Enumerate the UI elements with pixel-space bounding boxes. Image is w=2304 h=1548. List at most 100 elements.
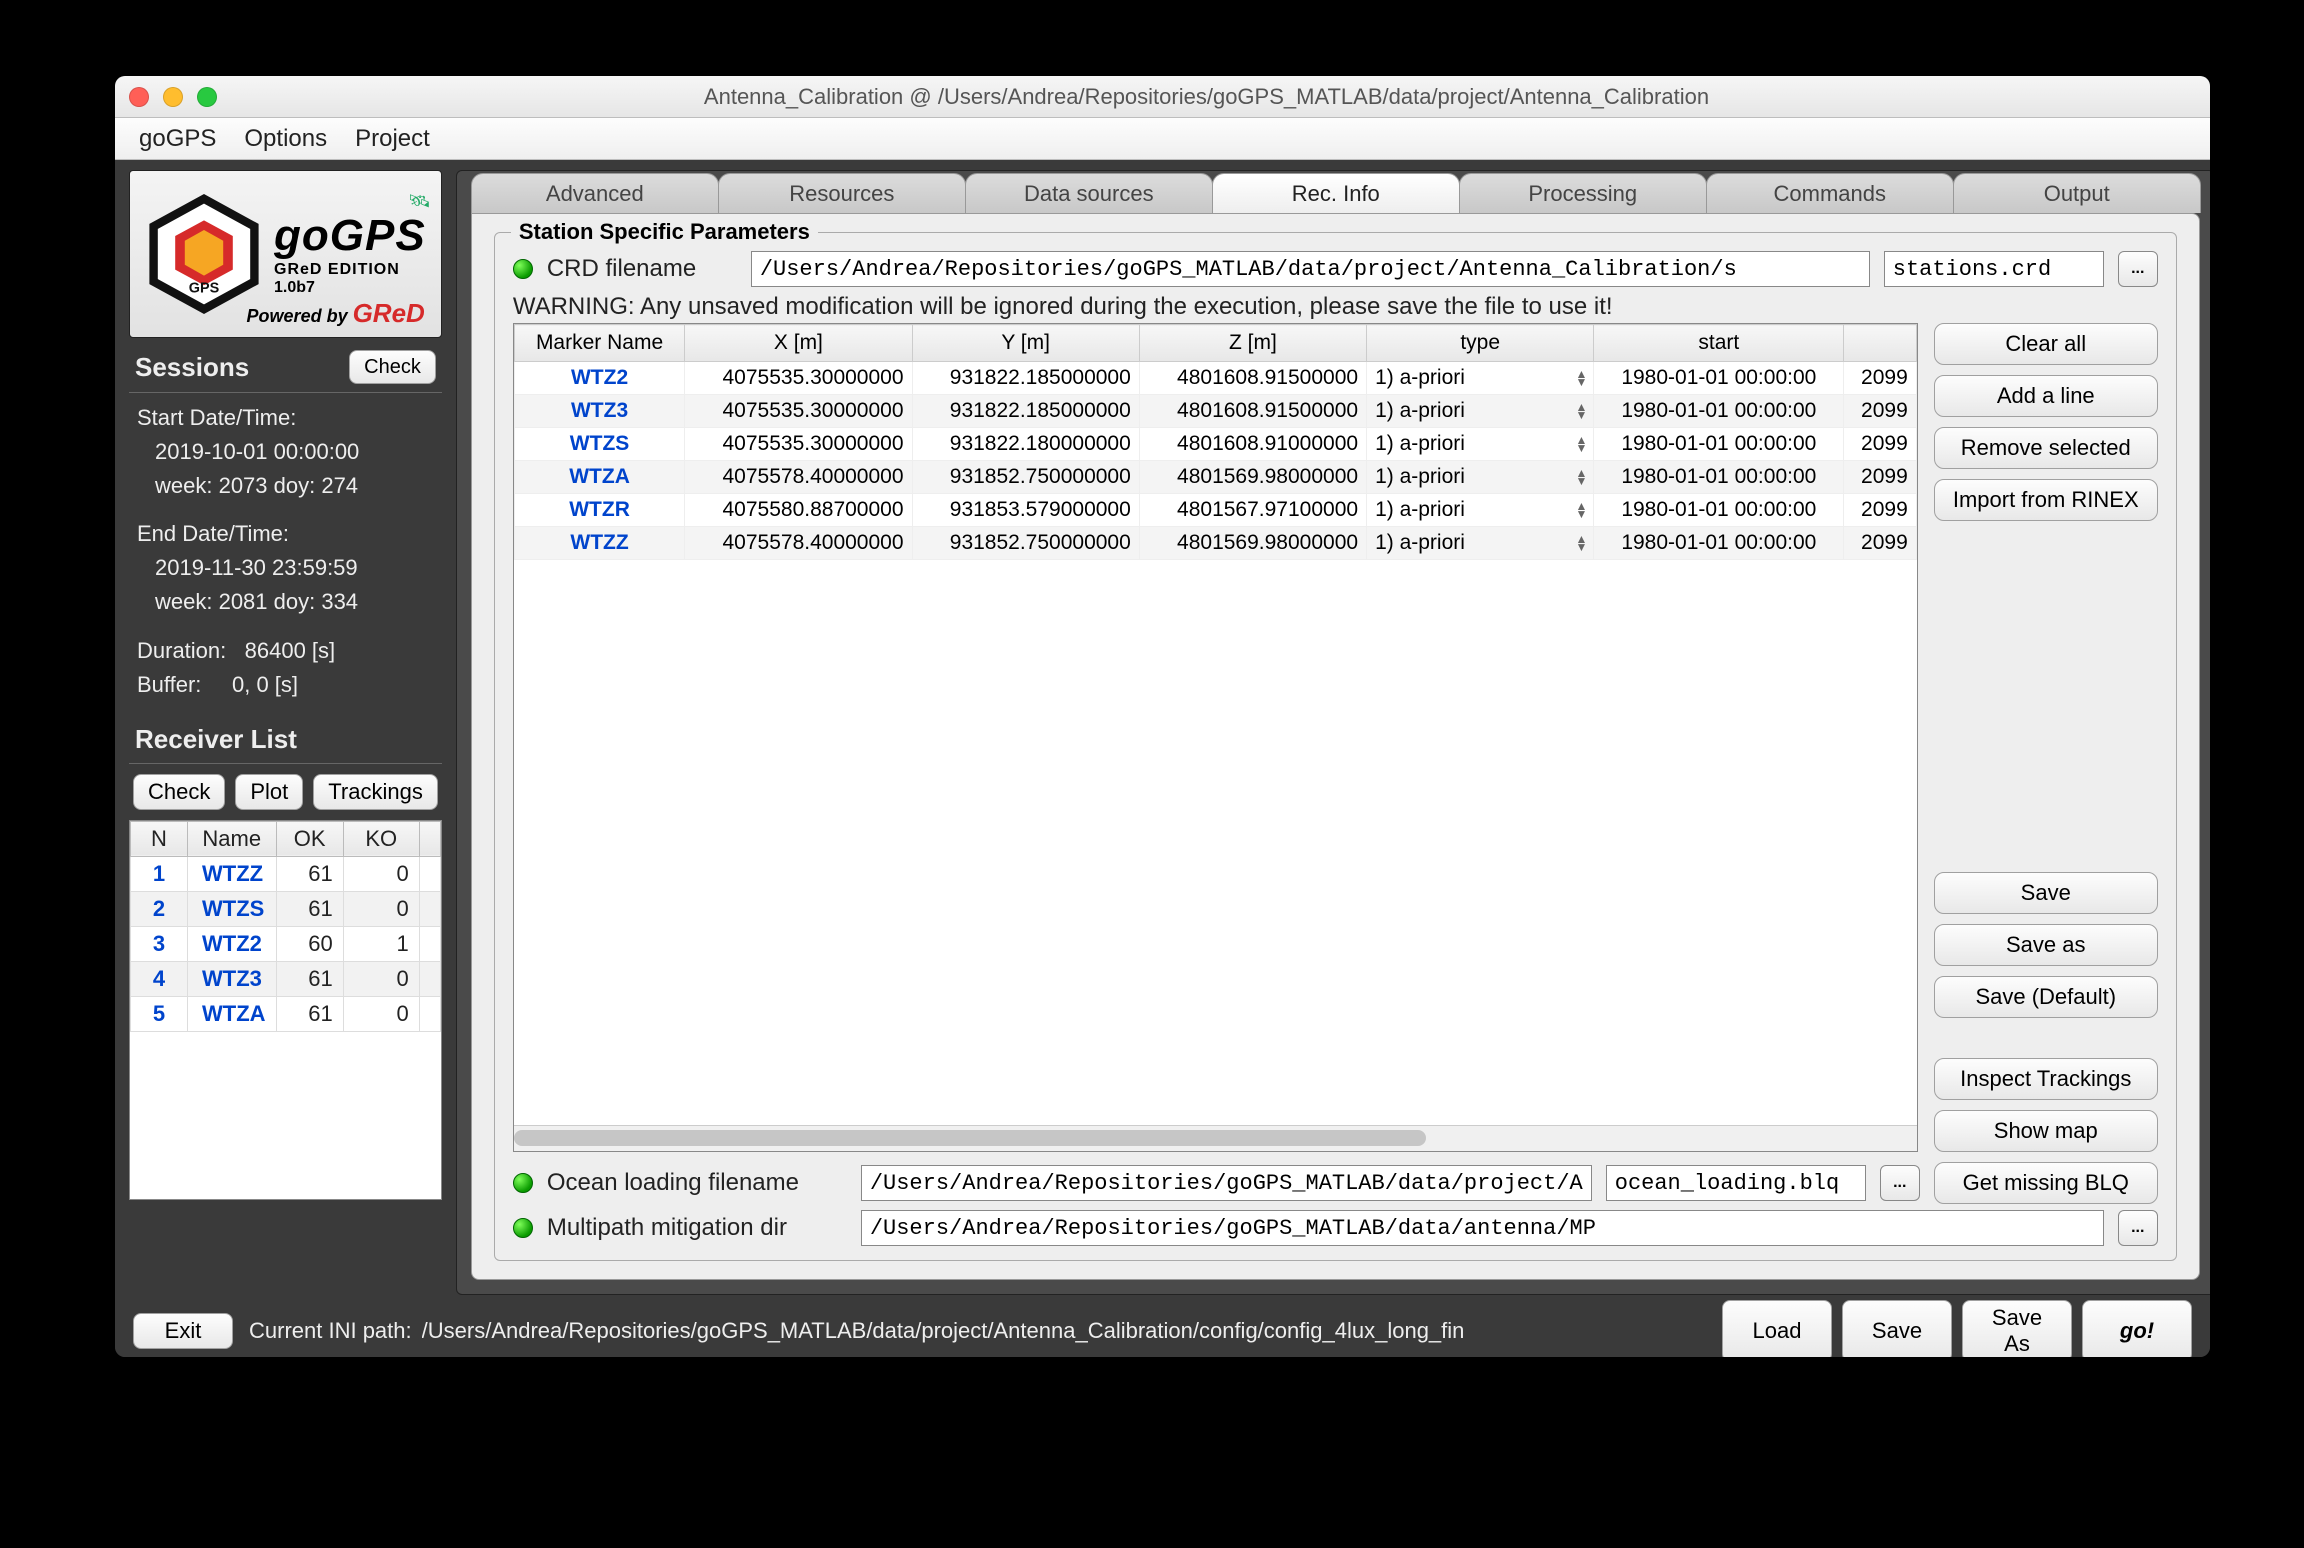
show-map-button[interactable]: Show map [1934, 1110, 2158, 1152]
table-row[interactable]: 1WTZZ610 [131, 856, 441, 891]
cell-type[interactable]: 1) a-priori▲▼ [1367, 395, 1594, 428]
tab-output[interactable]: Output [1953, 173, 2201, 213]
mp-path-field[interactable]: /Users/Andrea/Repositories/goGPS_MATLAB/… [861, 1210, 2104, 1246]
cell-y[interactable]: 931852.750000000 [912, 527, 1139, 560]
close-icon[interactable] [129, 87, 149, 107]
cell-end[interactable]: 2099 [1844, 362, 1916, 395]
cell-end[interactable]: 2099 [1844, 395, 1916, 428]
table-row[interactable]: 2WTZS610 [131, 891, 441, 926]
mp-browse-button[interactable]: ... [2118, 1210, 2158, 1246]
cell-x[interactable]: 4075535.30000000 [685, 395, 912, 428]
cell-type[interactable]: 1) a-priori▲▼ [1367, 527, 1594, 560]
get-missing-blq-button[interactable]: Get missing BLQ [1934, 1162, 2158, 1204]
footer-load-button[interactable]: Load [1722, 1300, 1832, 1357]
footer-save-as-button[interactable]: Save As [1962, 1300, 2072, 1357]
cell-start[interactable]: 1980-01-01 00:00:00 [1594, 395, 1844, 428]
cell-type[interactable]: 1) a-priori▲▼ [1367, 494, 1594, 527]
cell-end[interactable]: 2099 [1844, 527, 1916, 560]
crd-save-default-button[interactable]: Save (Default) [1934, 976, 2158, 1018]
remove-selected-button[interactable]: Remove selected [1934, 427, 2158, 469]
footer-save-button[interactable]: Save [1842, 1300, 1952, 1357]
ocean-path-field[interactable]: /Users/Andrea/Repositories/goGPS_MATLAB/… [861, 1165, 1592, 1201]
cell-type[interactable]: 1) a-priori▲▼ [1367, 461, 1594, 494]
table-row[interactable]: WTZS4075535.30000000931822.1800000004801… [514, 428, 1916, 461]
menu-gogps[interactable]: goGPS [139, 125, 216, 153]
go-button[interactable]: go! [2082, 1300, 2192, 1357]
inspect-trackings-button[interactable]: Inspect Trackings [1934, 1058, 2158, 1100]
table-row[interactable]: 3WTZ2601 [131, 926, 441, 961]
cell-z[interactable]: 4801569.98000000 [1139, 527, 1366, 560]
cell-start[interactable]: 1980-01-01 00:00:00 [1594, 461, 1844, 494]
col-name[interactable]: Name [187, 821, 276, 856]
cell-z[interactable]: 4801567.97100000 [1139, 494, 1366, 527]
tab-resources[interactable]: Resources [718, 173, 966, 213]
cell-y[interactable]: 931822.185000000 [912, 395, 1139, 428]
sessions-check-button[interactable]: Check [349, 350, 436, 384]
cell-type[interactable]: 1) a-priori▲▼ [1367, 362, 1594, 395]
chevron-up-down-icon[interactable]: ▲▼ [1575, 469, 1587, 485]
chevron-up-down-icon[interactable]: ▲▼ [1575, 436, 1587, 452]
col-end[interactable] [1844, 325, 1916, 362]
chevron-up-down-icon[interactable]: ▲▼ [1575, 502, 1587, 518]
menu-options[interactable]: Options [244, 125, 327, 153]
ocean-browse-button[interactable]: ... [1880, 1165, 1920, 1201]
receiver-check-button[interactable]: Check [133, 774, 225, 810]
cell-start[interactable]: 1980-01-01 00:00:00 [1594, 428, 1844, 461]
cell-x[interactable]: 4075535.30000000 [685, 362, 912, 395]
ocean-file-field[interactable]: ocean_loading.blq [1606, 1165, 1866, 1201]
tab-rec-info[interactable]: Rec. Info [1212, 173, 1460, 213]
menu-project[interactable]: Project [355, 125, 430, 153]
receiver-table[interactable]: N Name OK KO 1WTZZ6102WTZS6103WTZ26014WT… [130, 821, 441, 1032]
receiver-plot-button[interactable]: Plot [235, 774, 303, 810]
table-row[interactable]: WTZ34075535.30000000931822.1850000004801… [514, 395, 1916, 428]
col-y[interactable]: Y [m] [912, 325, 1139, 362]
col-x[interactable]: X [m] [685, 325, 912, 362]
col-n[interactable]: N [131, 821, 188, 856]
cell-x[interactable]: 4075578.40000000 [685, 527, 912, 560]
minimize-icon[interactable] [163, 87, 183, 107]
table-row[interactable]: 5WTZA610 [131, 996, 441, 1031]
crd-hscrollbar[interactable] [514, 1125, 1917, 1151]
receiver-trackings-button[interactable]: Trackings [313, 774, 438, 810]
table-row[interactable]: WTZZ4075578.40000000931852.7500000004801… [514, 527, 1916, 560]
cell-y[interactable]: 931853.579000000 [912, 494, 1139, 527]
add-line-button[interactable]: Add a line [1934, 375, 2158, 417]
table-row[interactable]: WTZR4075580.88700000931853.5790000004801… [514, 494, 1916, 527]
cell-z[interactable]: 4801608.91500000 [1139, 362, 1366, 395]
col-type[interactable]: type [1367, 325, 1594, 362]
crd-save-button[interactable]: Save [1934, 872, 2158, 914]
cell-start[interactable]: 1980-01-01 00:00:00 [1594, 527, 1844, 560]
exit-button[interactable]: Exit [133, 1313, 233, 1349]
cell-y[interactable]: 931822.185000000 [912, 362, 1139, 395]
cell-start[interactable]: 1980-01-01 00:00:00 [1594, 362, 1844, 395]
cell-x[interactable]: 4075535.30000000 [685, 428, 912, 461]
table-row[interactable]: 4WTZ3610 [131, 961, 441, 996]
import-rinex-button[interactable]: Import from RINEX [1934, 479, 2158, 521]
col-z[interactable]: Z [m] [1139, 325, 1366, 362]
chevron-up-down-icon[interactable]: ▲▼ [1575, 535, 1587, 551]
cell-z[interactable]: 4801608.91500000 [1139, 395, 1366, 428]
chevron-up-down-icon[interactable]: ▲▼ [1575, 370, 1587, 386]
col-ko[interactable]: KO [343, 821, 419, 856]
cell-end[interactable]: 2099 [1844, 428, 1916, 461]
tab-data-sources[interactable]: Data sources [965, 173, 1213, 213]
crd-path-field[interactable]: /Users/Andrea/Repositories/goGPS_MATLAB/… [751, 251, 1870, 287]
table-row[interactable]: WTZ24075535.30000000931822.1850000004801… [514, 362, 1916, 395]
clear-all-button[interactable]: Clear all [1934, 323, 2158, 365]
cell-start[interactable]: 1980-01-01 00:00:00 [1594, 494, 1844, 527]
cell-z[interactable]: 4801569.98000000 [1139, 461, 1366, 494]
crd-save-as-button[interactable]: Save as [1934, 924, 2158, 966]
cell-end[interactable]: 2099 [1844, 461, 1916, 494]
cell-z[interactable]: 4801608.91000000 [1139, 428, 1366, 461]
crd-file-field[interactable]: stations.crd [1884, 251, 2104, 287]
crd-browse-button[interactable]: ... [2118, 251, 2158, 287]
zoom-icon[interactable] [197, 87, 217, 107]
col-ok[interactable]: OK [276, 821, 343, 856]
tab-commands[interactable]: Commands [1706, 173, 1954, 213]
table-row[interactable]: WTZA4075578.40000000931852.7500000004801… [514, 461, 1916, 494]
cell-y[interactable]: 931852.750000000 [912, 461, 1139, 494]
crd-table[interactable]: Marker Name X [m] Y [m] Z [m] type start… [514, 324, 1917, 560]
col-start[interactable]: start [1594, 325, 1844, 362]
col-marker[interactable]: Marker Name [514, 325, 684, 362]
chevron-up-down-icon[interactable]: ▲▼ [1575, 403, 1587, 419]
